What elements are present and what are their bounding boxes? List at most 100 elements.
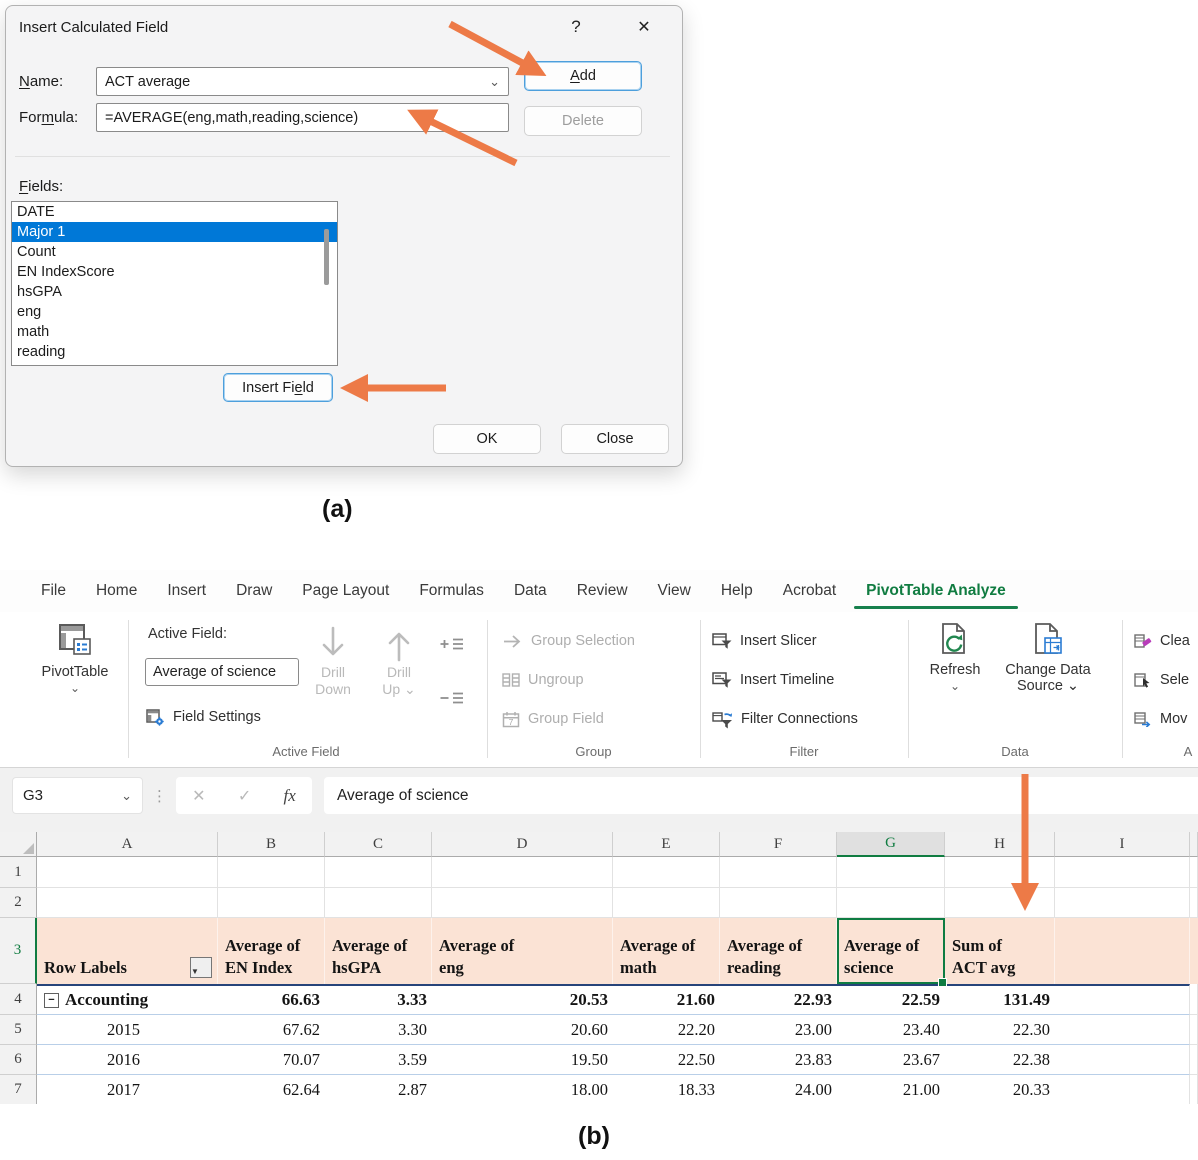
- scrollbar-thumb[interactable]: [324, 229, 329, 285]
- column-header-f[interactable]: F: [720, 832, 837, 857]
- drill-down-button[interactable]: Drill Down: [304, 624, 362, 698]
- cell[interactable]: [218, 888, 325, 918]
- cell[interactable]: [432, 888, 613, 918]
- chevron-down-icon[interactable]: ⌄: [121, 791, 132, 801]
- cell-c3[interactable]: Average ofhsGPA: [325, 918, 432, 984]
- name-box[interactable]: G3 ⌄: [12, 777, 143, 814]
- cell-h3[interactable]: Sum ofACT avg: [945, 918, 1055, 984]
- cell-i3[interactable]: [1055, 918, 1190, 984]
- cell-d5[interactable]: 20.60: [432, 1015, 613, 1045]
- cell-d3[interactable]: Average ofeng: [432, 918, 613, 984]
- clear-button[interactable]: Clea: [1134, 628, 1190, 654]
- cell-c6[interactable]: 3.59: [325, 1045, 432, 1075]
- cell-h5[interactable]: 22.30: [945, 1015, 1055, 1045]
- cell-b5[interactable]: 67.62: [218, 1015, 325, 1045]
- cell[interactable]: [720, 857, 837, 888]
- filter-connections-button[interactable]: Filter Connections: [712, 706, 858, 732]
- cell-b3[interactable]: Average ofEN Index: [218, 918, 325, 984]
- collapse-button[interactable]: −: [44, 993, 59, 1008]
- cell[interactable]: [1055, 984, 1190, 1015]
- cell[interactable]: [1190, 918, 1198, 984]
- select-button[interactable]: Sele: [1134, 667, 1189, 693]
- expand-field-button[interactable]: [440, 636, 464, 657]
- cell[interactable]: [1190, 1015, 1198, 1045]
- tab-view[interactable]: View: [643, 570, 706, 612]
- tab-formulas[interactable]: Formulas: [404, 570, 499, 612]
- cell-h4[interactable]: 131.49: [945, 984, 1055, 1015]
- cell-a7[interactable]: 2017: [37, 1075, 218, 1104]
- cell-f3[interactable]: Average ofreading: [720, 918, 837, 984]
- cell-g6[interactable]: 23.67: [837, 1045, 945, 1075]
- row-header-6[interactable]: 6: [0, 1045, 37, 1075]
- active-field-value-box[interactable]: Average of science: [145, 658, 299, 686]
- tab-home[interactable]: Home: [81, 570, 152, 612]
- cell[interactable]: [837, 857, 945, 888]
- cell[interactable]: [1190, 857, 1198, 888]
- cell-e6[interactable]: 22.50: [613, 1045, 720, 1075]
- formula-content[interactable]: Average of science: [324, 777, 1198, 814]
- insert-field-button[interactable]: Insert Field: [223, 373, 333, 402]
- cell-a4-accounting[interactable]: − Accounting: [37, 984, 218, 1015]
- cell[interactable]: [945, 888, 1055, 918]
- cell-a3-row-labels[interactable]: Row Labels ▼: [37, 918, 218, 984]
- cell[interactable]: [1055, 857, 1190, 888]
- cell-d7[interactable]: 18.00: [432, 1075, 613, 1104]
- add-button[interactable]: Add: [524, 61, 642, 91]
- fill-handle[interactable]: [938, 978, 947, 987]
- change-data-source-button[interactable]: Change Data Source ⌄: [992, 622, 1104, 694]
- cell[interactable]: [432, 857, 613, 888]
- cell-f4[interactable]: 22.93: [720, 984, 837, 1015]
- column-header-g-selected[interactable]: G: [837, 832, 945, 857]
- cell-f7[interactable]: 24.00: [720, 1075, 837, 1104]
- cell[interactable]: [1055, 1015, 1190, 1045]
- cell-c4[interactable]: 3.33: [325, 984, 432, 1015]
- list-item[interactable]: hsGPA: [12, 282, 337, 302]
- tab-data[interactable]: Data: [499, 570, 562, 612]
- cell-a5[interactable]: 2015: [37, 1015, 218, 1045]
- insert-function-icon[interactable]: fx: [284, 786, 296, 806]
- column-header-a[interactable]: A: [37, 832, 218, 857]
- tab-insert[interactable]: Insert: [152, 570, 221, 612]
- column-header-d[interactable]: D: [432, 832, 613, 857]
- column-header-i[interactable]: I: [1055, 832, 1190, 857]
- name-combobox[interactable]: ACT average ⌄: [96, 67, 509, 96]
- cell[interactable]: [1055, 1075, 1190, 1104]
- cell-f5[interactable]: 23.00: [720, 1015, 837, 1045]
- collapse-field-button[interactable]: [440, 690, 464, 711]
- cell-f6[interactable]: 23.83: [720, 1045, 837, 1075]
- cell-a6[interactable]: 2016: [37, 1045, 218, 1075]
- list-item[interactable]: EN IndexScore: [12, 262, 337, 282]
- cell[interactable]: [218, 857, 325, 888]
- insert-slicer-button[interactable]: Insert Slicer: [712, 628, 817, 654]
- row-header-4[interactable]: 4: [0, 984, 37, 1015]
- ok-button[interactable]: OK: [433, 424, 541, 454]
- cell[interactable]: [1055, 888, 1190, 918]
- column-header-c[interactable]: C: [325, 832, 432, 857]
- column-header-h[interactable]: H: [945, 832, 1055, 857]
- tab-draw[interactable]: Draw: [221, 570, 287, 612]
- cell[interactable]: [945, 857, 1055, 888]
- cell-c5[interactable]: 3.30: [325, 1015, 432, 1045]
- chevron-down-icon[interactable]: ⌄: [489, 77, 500, 87]
- cell-e5[interactable]: 22.20: [613, 1015, 720, 1045]
- delete-button[interactable]: Delete: [524, 106, 642, 136]
- cell-c7[interactable]: 2.87: [325, 1075, 432, 1104]
- list-item[interactable]: Count: [12, 242, 337, 262]
- cancel-icon[interactable]: ✕: [192, 786, 205, 806]
- cell[interactable]: [325, 888, 432, 918]
- cell[interactable]: [1190, 1075, 1198, 1104]
- tab-help[interactable]: Help: [706, 570, 768, 612]
- cell[interactable]: [837, 888, 945, 918]
- cell[interactable]: [1190, 888, 1198, 918]
- help-button[interactable]: ?: [561, 17, 591, 37]
- tab-file[interactable]: File: [26, 570, 81, 612]
- list-item[interactable]: DATE: [12, 202, 337, 222]
- cell-b6[interactable]: 70.07: [218, 1045, 325, 1075]
- tab-review[interactable]: Review: [562, 570, 643, 612]
- row-labels-filter-button[interactable]: ▼: [190, 957, 212, 978]
- cell-g3-selected[interactable]: Average ofscience: [837, 918, 945, 984]
- cell-e4[interactable]: 21.60: [613, 984, 720, 1015]
- column-header-b[interactable]: B: [218, 832, 325, 857]
- list-item[interactable]: reading: [12, 342, 337, 362]
- cell-d6[interactable]: 19.50: [432, 1045, 613, 1075]
